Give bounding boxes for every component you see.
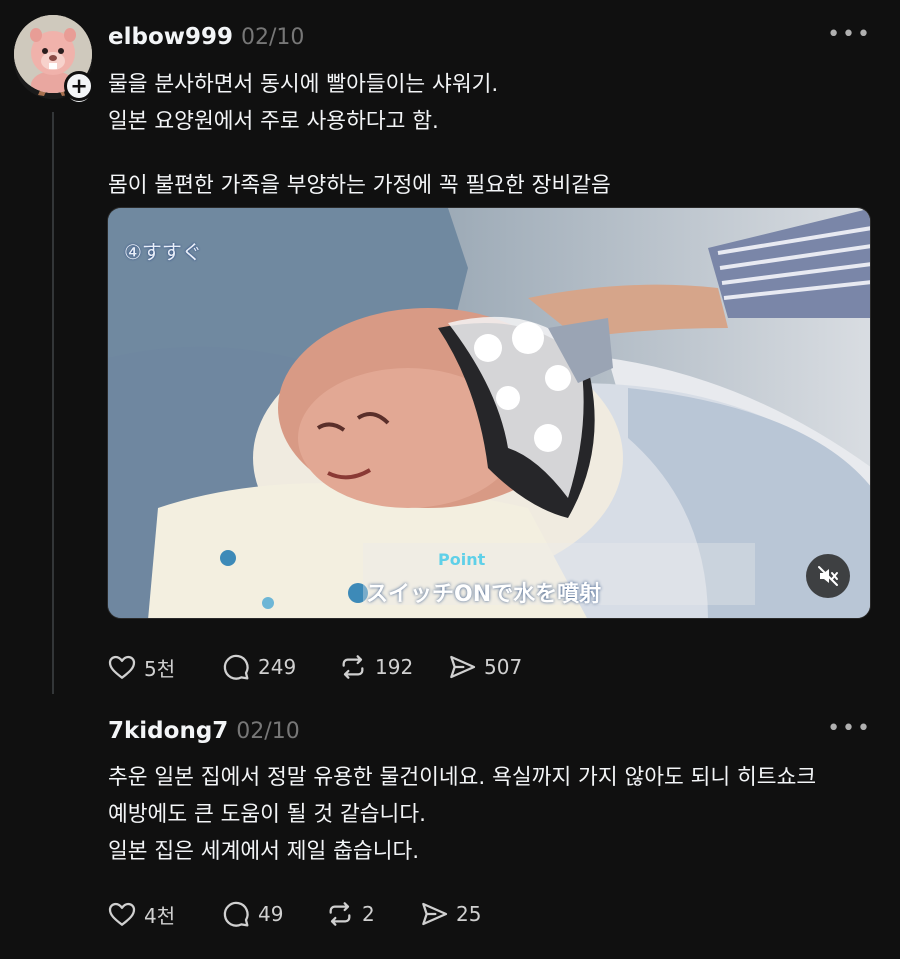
post-body: 추운 일본 집에서 정말 유용한 물건이네요. 욕실까지 가지 않아도 되니 히… [108, 759, 816, 870]
post-actions: 4천 49 2 25 [106, 897, 481, 931]
username[interactable]: elbow999 [108, 24, 233, 50]
post-text-line: 물을 분사하면서 동시에 빨아들이는 샤워기. [108, 72, 499, 97]
send-icon [450, 655, 476, 679]
share-count: 25 [456, 902, 482, 926]
post-body: 물을 분사하면서 동시에 빨아들이는 샤워기. 일본 요양원에서 주로 사용하다… [108, 66, 611, 204]
video-caption-text: スイッチONで水を噴射 [366, 582, 602, 607]
post-text-line: 몸이 불편한 가족을 부양하는 가정에 꼭 필요한 장비같음 [108, 173, 611, 198]
post-header: elbow999 02/10 [108, 24, 304, 50]
like-count: 4천 [144, 903, 176, 928]
repost-icon [342, 655, 364, 679]
comment-icon [223, 901, 249, 927]
reply-count: 249 [258, 655, 297, 679]
repost-button[interactable]: 192 [337, 650, 446, 684]
repost-icon [329, 902, 351, 926]
mute-button[interactable] [806, 554, 850, 598]
send-icon [422, 902, 448, 926]
like-button[interactable]: 5천 [106, 650, 220, 684]
heart-icon [108, 655, 136, 679]
repost-button[interactable]: 2 [324, 897, 418, 931]
repost-count: 2 [362, 902, 375, 926]
thread-connector-line [52, 112, 54, 694]
post-date: 02/10 [236, 719, 300, 744]
video-caption-point: Point [438, 550, 486, 569]
post-text-line: 일본 집은 세계에서 제일 춥습니다. [108, 839, 420, 864]
post-header: 7kidong7 02/10 [108, 718, 300, 744]
post-actions: 5천 249 192 507 [106, 650, 522, 684]
post-video[interactable]: ④すすぐ Point スイッチONで水を噴射 [107, 207, 871, 619]
reply-button[interactable]: 249 [220, 650, 337, 684]
like-button[interactable]: 4천 [106, 897, 220, 931]
more-options-icon[interactable]: ••• [827, 718, 872, 740]
repost-count: 192 [375, 655, 414, 679]
follow-plus-button[interactable]: + [64, 71, 94, 101]
username[interactable]: 7kidong7 [108, 718, 228, 744]
post-text-line: 일본 요양원에서 주로 사용하다고 함. [108, 109, 439, 134]
post-text-line: 추운 일본 집에서 정말 유용한 물건이네요. 욕실까지 가지 않아도 되니 히… [108, 765, 817, 790]
speaker-muted-icon [818, 566, 838, 586]
like-count: 5천 [144, 656, 176, 681]
more-options-icon[interactable]: ••• [827, 24, 872, 46]
reply-button[interactable]: 49 [220, 897, 324, 931]
reply-count: 49 [258, 902, 284, 926]
comment-icon [223, 654, 249, 680]
share-count: 507 [484, 655, 523, 679]
post-date: 02/10 [241, 25, 305, 50]
heart-icon [108, 902, 136, 926]
video-overlay-label: ④すすぐ [124, 240, 202, 264]
post-text-line: 예방에도 큰 도움이 될 것 같습니다. [108, 802, 426, 827]
share-button[interactable]: 25 [418, 897, 481, 931]
share-button[interactable]: 507 [446, 650, 522, 684]
